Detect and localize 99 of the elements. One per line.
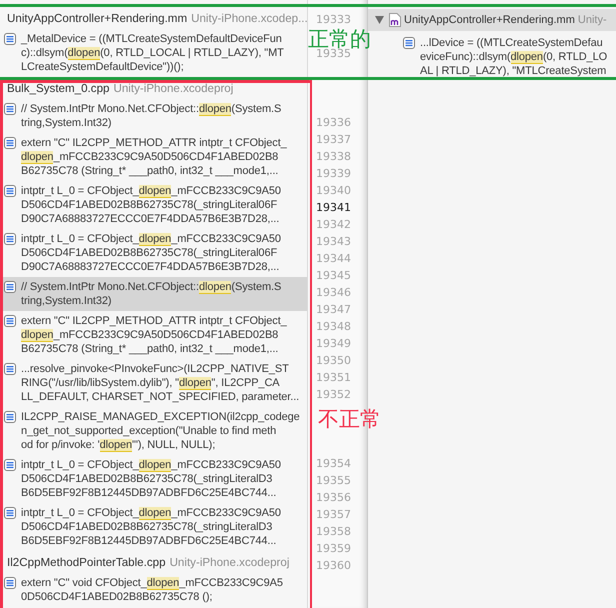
- line-number: 19358: [315, 524, 352, 540]
- code-line: D90C7A68883727ECCC0E7F4DDA57B6E3B7D28,...: [21, 260, 280, 274]
- line-number: 19338: [315, 149, 352, 165]
- text-file-icon: [403, 37, 415, 49]
- code-line: AL | RTLD_LAZY), "MTLCreateSystem: [420, 64, 608, 78]
- line-number: 19335: [316, 47, 351, 62]
- search-result[interactable]: ...resolve_pinvoke<PInvokeFunc>(IL2CPP_NATIVE_ST RING("/usr/lib/libSystem.dylib"), "dlopen", IL2CPP_CA LL_DEFAULT, CHARSET_NOT_SPECIFIED, parameter...: [3, 359, 307, 407]
- code-line: od for p/invoke: 'dlopen'"), NULL, NULL);: [21, 438, 216, 452]
- line-number: 19357: [315, 507, 352, 523]
- code-line: intptr_t L_0 = CFObject_dlopen_mFCCB233C9C9A50: [21, 506, 281, 520]
- line-number: 19339: [315, 166, 352, 182]
- file-name: UnityAppController+Rendering.mm: [404, 14, 575, 26]
- search-result[interactable]: intptr_t L_0 = CFObject_dlopen_mFCCB233C9C9A50 D506CD4F1ABED02B8B62735C78(_stringLiteral06F D90C7A68883727ECCC0E7F4DDA57B6E3B7D28,...: [3, 229, 307, 277]
- code-line: B6D5EBF92F8B12445DB97ADBFD6C25E4BC744...: [21, 534, 278, 548]
- code-line: tring,System.Int32): [21, 294, 112, 308]
- code-line: tring,System.Int32): [21, 116, 112, 130]
- code-line: D506CD4F1ABED02B8B62735C78(_stringLiteral06F: [21, 198, 278, 212]
- line-number: 19333: [315, 12, 352, 28]
- search-result[interactable]: intptr_t L_0 = CFObject_dlopen_mFCCB233C9C9A50 D506CD4F1ABED02B8B62735C78(_stringLiteralD3 B6D5EBF92F8B12445DB97ADBFD6C25E4BC744...: [3, 455, 307, 503]
- project-name: Unity-iPhone.xcodeproj: [113, 82, 234, 94]
- file-icon: [389, 13, 401, 27]
- code-line: intptr_t L_0 = CFObject_dlopen_mFCCB233C9C9A50: [21, 458, 281, 472]
- code-line: // System.IntPtr Mono.Net.CFObject::dlopen(System.S: [21, 280, 282, 294]
- text-file-icon: [4, 507, 16, 519]
- line-number: 19343: [315, 234, 352, 250]
- code-line: B62735C78 (String_t* ___path0, int32_t ___mode1,...: [21, 164, 280, 178]
- code-line: intptr_t L_0 = CFObject_dlopen_mFCCB233C9C9A50: [21, 184, 281, 198]
- code-line: extern "C" void CFObject_dlopen_mFCCB233C9C9A5: [21, 576, 283, 590]
- file-name[interactable]: Il2CppMethodPointerTable.cpp: [7, 556, 166, 568]
- line-number: 19347: [315, 302, 352, 318]
- search-result[interactable]: // System.IntPtr Mono.Net.CFObject::dlopen(System.S tring,System.Int32): [3, 99, 307, 133]
- line-number: 19359: [315, 541, 352, 557]
- code-line: n_get_not_supported_exception("Unable to find meth: [21, 424, 278, 438]
- code-line: D506CD4F1ABED02B8B62735C78(_stringLiteral06F: [21, 246, 278, 260]
- text-file-icon: [4, 103, 16, 115]
- code-line: RING("/usr/lib/libSystem.dylib"), "dlopen", IL2CPP_CA: [21, 376, 281, 390]
- line-number: 19336: [315, 115, 352, 131]
- code-line: extern "C" IL2CPP_METHOD_ATTR intptr_t CFObject_: [21, 136, 287, 150]
- project-name: Unity-iPhone.xcodep...: [191, 12, 308, 24]
- text-file-icon: [4, 363, 16, 375]
- code-line: D90C7A68883727ECCC0E7F4DDA57B6E3B7D28,...: [21, 212, 280, 226]
- search-result[interactable]: extern "C" IL2CPP_METHOD_ATTR intptr_t CFObject_ dlopen_mFCCB233C9C9A50D506CD4F1ABED02B8 B62735C78 (String_t* ___path0, int32_t ___mode1,...: [3, 311, 307, 359]
- line-number: 19342: [315, 217, 352, 233]
- code-line: dlopen_mFCCB233C9C9A50D506CD4F1ABED02B8: [21, 328, 280, 342]
- code-line: D506CD4F1ABED02B8B62735C78(_stringLiteralD3: [21, 520, 274, 534]
- text-file-icon: [4, 137, 16, 149]
- search-result[interactable]: IL2CPP_RAISE_MANAGED_EXCEPTION(il2cpp_codege n_get_not_supported_exception("Unable to find meth od for p/invoke: 'dlopen'"), NULL, NULL);: [3, 407, 307, 455]
- search-result[interactable]: // System.IntPtr Mono.Net.CFObject::dlopen(System.S tring,System.Int32): [3, 277, 307, 311]
- text-file-icon: [4, 281, 16, 293]
- code-line: ...lDevice = ((MTLCreateSystemDefau: [420, 36, 604, 50]
- project-name: Unity-iPhone.xcodeproj: [170, 556, 290, 568]
- code-line: D506CD4F1ABED02B8B62735C78(_stringLiteralD3: [21, 472, 274, 486]
- line-number: 19356: [315, 490, 352, 506]
- text-file-icon: [4, 315, 16, 327]
- disclosure-triangle-icon[interactable]: [375, 16, 384, 24]
- line-number: 19340: [315, 183, 352, 199]
- search-result[interactable]: _MetalDevice = ((MTLCreateSystemDefaultDeviceFun c)::dlsym(dlopen(0, RTLD_LOCAL | RTLD_LAZY), "MT LCreateSystemDefaultDevice"))();: [3, 29, 307, 77]
- line-number: 19341: [315, 200, 352, 216]
- line-number: 19345: [315, 268, 352, 284]
- file-name[interactable]: UnityAppController+Rendering.mm: [7, 12, 188, 24]
- code-line: ...resolve_pinvoke<PInvokeFunc>(IL2CPP_NATIVE_ST: [21, 362, 290, 376]
- annotation-label: 不正常: [318, 406, 381, 432]
- line-number: 19355: [315, 473, 352, 489]
- code-line: dlopen_mFCCB233C9C9A50D506CD4F1ABED02B8: [21, 150, 280, 164]
- line-number: 19360: [315, 558, 352, 574]
- text-file-icon: [4, 33, 16, 45]
- file-header[interactable]: UnityAppController+Rendering.mm Unity-: [368, 9, 616, 31]
- text-file-icon: [4, 185, 16, 197]
- line-number: 19352: [315, 387, 352, 403]
- search-result[interactable]: extern "C" IL2CPP_METHOD_ATTR intptr_t CFObject_ dlopen_mFCCB233C9C9A50D506CD4F1ABED02B8 B62735C78 (String_t* ___path0, int32_t ___mode1,...: [3, 133, 307, 181]
- line-number: 19351: [315, 370, 352, 386]
- code-line: extern "C" IL2CPP_METHOD_ATTR intptr_t CFObject_: [21, 314, 287, 328]
- file-name[interactable]: Bulk_System_0.cpp: [7, 82, 110, 94]
- code-line: B6D5EBF92F8B12445DB97ADBFD6C25E4BC744...: [21, 486, 278, 500]
- code-line: IL2CPP_RAISE_MANAGED_EXCEPTION(il2cpp_codege: [21, 410, 300, 424]
- code-line: LL_DEFAULT, CHARSET_NOT_SPECIFIED, parameter...: [21, 390, 300, 404]
- line-number: 19346: [315, 285, 352, 301]
- line-number: 19344: [315, 251, 352, 267]
- text-file-icon: [4, 459, 16, 471]
- line-number: 19348: [315, 319, 352, 335]
- line-number: 19350: [315, 353, 352, 369]
- line-number: 19354: [315, 456, 352, 472]
- code-line: _MetalDevice = ((MTLCreateSystemDefaultDeviceFun: [21, 32, 283, 46]
- code-line: intptr_t L_0 = CFObject_dlopen_mFCCB233C9C9A50: [21, 232, 281, 246]
- code-line: B62735C78 (String_t* ___path0, int32_t ___mode1,...: [21, 342, 280, 356]
- search-result[interactable]: extern "C" void CFObject_dlopen_mFCCB233C9C9A5 0D506CD4F1ABED02B8B62735C78 ();: [3, 573, 307, 607]
- code-line: 0D506CD4F1ABED02B8B62735C78 ();: [21, 590, 214, 604]
- code-line: LCreateSystemDefaultDevice"))();: [21, 60, 185, 74]
- text-file-icon: [4, 233, 16, 245]
- search-result[interactable]: intptr_t L_0 = CFObject_dlopen_mFCCB233C9C9A50 D506CD4F1ABED02B8B62735C78(_stringLiteral06F D90C7A68883727ECCC0E7F4DDA57B6E3B7D28,...: [3, 181, 307, 229]
- code-line: // System.IntPtr Mono.Net.CFObject::dlopen(System.S: [21, 102, 282, 116]
- code-line: eviceFunc)::dlsym(dlopen(0, RTLD_LO: [420, 50, 608, 64]
- text-file-icon: [4, 577, 16, 589]
- line-number: 19349: [315, 336, 352, 352]
- search-result[interactable]: intptr_t L_0 = CFObject_dlopen_mFCCB233C9C9A50 D506CD4F1ABED02B8B62735C78(_stringLiteralD3 B6D5EBF92F8B12445DB97ADBFD6C25E4BC744...: [3, 503, 307, 551]
- line-number: 19337: [315, 132, 352, 148]
- text-file-icon: [4, 411, 16, 423]
- project-name: Unity-: [578, 14, 607, 26]
- code-line: c)::dlsym(dlopen(0, RTLD_LOCAL | RTLD_LAZY), "MT: [21, 46, 284, 60]
